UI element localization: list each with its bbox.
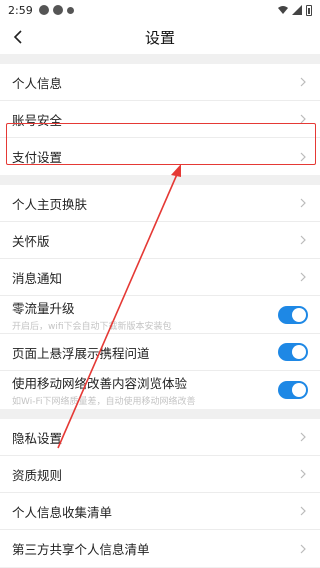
row-label: 页面上悬浮展示携程问道 [12,345,150,361]
row-label: 隐私设置 [12,430,63,446]
row-label: 资质规则 [12,467,63,483]
row-care-mode[interactable]: 关怀版 [0,222,320,259]
row-label: 关怀版 [12,233,50,249]
row-payment-settings[interactable]: 支付设置 [0,138,320,175]
zero-data-upgrade-toggle[interactable] [278,305,308,324]
settings-group-general: 个人主页换肤 关怀版 消息通知 零流量升级 开启后，wifi下会自动下载新版本安… [0,185,320,409]
signal-icon [292,5,302,15]
row-sublabel: 如Wi-Fi下网络质量差，自动使用移动网络改善 [12,397,196,407]
chevron-right-icon [300,506,306,516]
row-personal-info-list[interactable]: 个人信息收集清单 [0,493,320,530]
chevron-right-icon [300,235,306,245]
chevron-right-icon [300,272,306,282]
floating-assistant-toggle[interactable] [278,343,308,361]
status-bar: 2:59 [0,0,320,20]
notification-dot-icon [66,6,74,14]
row-privacy-settings[interactable]: 隐私设置 [0,419,320,456]
row-label: 第三方共享个人信息清单 [12,542,150,557]
settings-group-privacy: 隐私设置 资质规则 个人信息收集清单 第三方共享个人信息清单 [0,419,320,567]
battery-icon [306,4,312,16]
row-floating-assistant: 页面上悬浮展示携程问道 [0,334,320,371]
chevron-right-icon [300,114,306,124]
row-notifications[interactable]: 消息通知 [0,259,320,296]
row-label: 零流量升级 [12,300,75,316]
row-label: 账号安全 [12,112,63,128]
wifi-icon [278,6,288,14]
row-mobile-network-boost: 使用移动网络改善内容浏览体验 如Wi-Fi下网络质量差，自动使用移动网络改善 [0,371,320,409]
back-arrow-icon[interactable] [10,28,28,46]
mobile-network-toggle[interactable] [278,381,308,399]
nav-bar: 设置 [0,20,320,54]
row-label: 支付设置 [12,150,63,165]
row-homepage-skin[interactable]: 个人主页换肤 [0,185,320,222]
page-title: 设置 [144,28,175,47]
row-label: 个人信息 [12,75,63,91]
row-personal-info[interactable]: 个人信息 [0,64,320,101]
chevron-right-icon [300,198,306,208]
chevron-right-icon [300,152,306,161]
row-label: 使用移动网络改善内容浏览体验 [12,376,188,391]
chevron-right-icon [300,432,306,442]
row-label: 个人信息收集清单 [12,504,113,520]
chevron-right-icon [300,469,306,479]
row-qualification-rules[interactable]: 资质规则 [0,456,320,493]
notification-app-icon [38,5,49,15]
notification-app-icon-2 [52,5,63,15]
row-third-party-sharing-list[interactable]: 第三方共享个人信息清单 [0,530,320,567]
settings-group-account: 个人信息 账号安全 支付设置 [0,64,320,175]
chevron-right-icon [300,544,306,553]
chevron-right-icon [300,77,306,87]
row-account-security[interactable]: 账号安全 [0,101,320,138]
status-time: 2:59 [8,3,33,17]
row-label: 个人主页换肤 [12,196,88,212]
row-zero-data-upgrade: 零流量升级 开启后，wifi下会自动下载新版本安装包 [0,296,320,334]
row-sublabel: 开启后，wifi下会自动下载新版本安装包 [12,321,172,332]
row-label: 消息通知 [12,270,63,286]
